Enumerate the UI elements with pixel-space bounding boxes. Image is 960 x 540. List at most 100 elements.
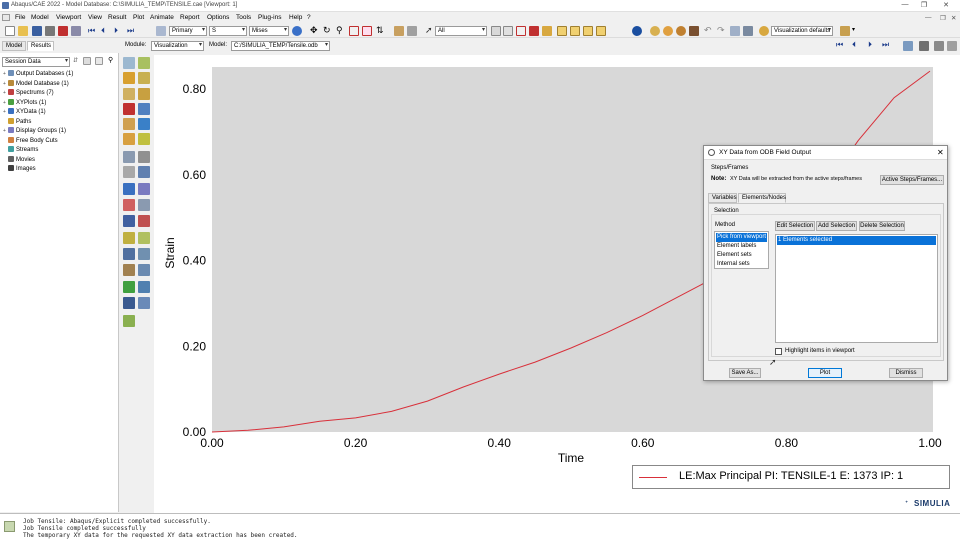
menu-view[interactable]: View (88, 14, 102, 21)
auto-fit-icon[interactable] (362, 26, 372, 36)
menu-report[interactable]: Report (180, 14, 200, 21)
color-mapping-icon[interactable] (663, 26, 673, 36)
invariant-select[interactable]: Mises ▾ (249, 26, 289, 36)
display-group-manager-icon[interactable] (138, 232, 150, 244)
tab-elements-nodes[interactable]: Elements/Nodes (738, 193, 786, 203)
maximize-button[interactable]: ❐ (917, 1, 931, 9)
settings-icon[interactable] (947, 41, 957, 51)
active-steps-frames-button[interactable]: Active Steps/Frames... (880, 175, 944, 185)
magnify-icon[interactable]: ⚲ (336, 25, 343, 36)
minimize-button[interactable]: — (898, 1, 912, 8)
filter-tree-icon[interactable]: ⚲ (108, 56, 113, 64)
collapse-icon[interactable] (95, 57, 103, 65)
tree-item[interactable]: + Display Groups (1) (3, 127, 66, 136)
table-icon[interactable] (743, 26, 753, 36)
side-view-icon[interactable] (596, 26, 606, 36)
selection-filter-select[interactable]: All ▾ (435, 26, 487, 36)
menu-plugins[interactable]: Plug-ins (258, 14, 281, 21)
dialog-close-button[interactable]: ✕ (937, 148, 944, 157)
save-icon[interactable] (32, 26, 42, 36)
model-select[interactable]: C:/SIMULIA_TEMP/Tensile.odb ▾ (231, 41, 330, 51)
stream-manager-icon[interactable] (138, 199, 150, 211)
plot-material-orientations-icon[interactable] (138, 88, 150, 100)
movie-icon[interactable] (919, 41, 929, 51)
module-select[interactable]: Visualization ▾ (151, 41, 204, 51)
free-body-manager-icon[interactable] (138, 281, 150, 293)
menu-tools[interactable]: Tools (236, 14, 251, 21)
last-frame-icon[interactable]: ⏭ (127, 26, 134, 36)
box-zoom-icon[interactable] (349, 26, 359, 36)
tools-icon[interactable] (407, 26, 417, 36)
edit-selection-button[interactable]: Edit Selection (775, 221, 815, 231)
top-view-icon[interactable] (583, 26, 593, 36)
visualization-defaults-icon[interactable] (759, 26, 769, 36)
add-selection-button[interactable]: Add Selection (816, 221, 857, 231)
stop-icon[interactable] (58, 26, 68, 36)
last-frame-icon[interactable]: ⏭ (882, 40, 889, 50)
method-internal-sets[interactable]: Internal sets (716, 260, 767, 269)
message-area-icon[interactable] (4, 521, 15, 532)
session-data-select[interactable]: Session Data ▾ (2, 57, 70, 67)
contour-options-icon[interactable] (138, 118, 150, 130)
plot-contours-both-icon[interactable] (138, 72, 150, 84)
tree-item[interactable]: + Output Databases (1) (3, 70, 73, 79)
selection-mode-icon[interactable] (503, 26, 513, 36)
render-shaded-icon[interactable] (542, 26, 552, 36)
render-style-icon[interactable] (676, 26, 686, 36)
first-frame-icon[interactable]: ⏮ (836, 40, 843, 50)
previous-frame-icon[interactable]: ⏴ (101, 26, 105, 36)
animate-time-history-icon[interactable] (138, 151, 150, 163)
chevron-down-icon[interactable]: ▾ (852, 26, 855, 33)
view-cut-icon[interactable] (123, 264, 135, 276)
options-icon[interactable] (840, 26, 850, 36)
tree-item[interactable]: + Model Database (1) (3, 79, 69, 89)
free-body-cut-icon[interactable] (123, 281, 135, 293)
selection-options-icon[interactable] (491, 26, 501, 36)
first-frame-icon[interactable]: ⏮ (88, 26, 95, 36)
tree-item[interactable]: Images (3, 165, 36, 174)
menu-plot[interactable]: Plot (133, 14, 144, 21)
remove-selected-icon[interactable] (138, 248, 150, 260)
pan-icon[interactable]: ✥ (310, 25, 318, 36)
create-display-group-icon[interactable] (123, 232, 135, 244)
view-cut-manager-icon[interactable] (138, 264, 150, 276)
plot-button[interactable]: Plot (808, 368, 842, 378)
menu-result[interactable]: Result (108, 14, 126, 21)
viewport-icon[interactable] (71, 26, 81, 36)
animate-scale-factor-icon[interactable] (123, 151, 135, 163)
filter-icon[interactable] (83, 57, 91, 65)
path-manager-icon[interactable] (138, 215, 150, 227)
sub-restore-button[interactable]: ❐ (940, 14, 946, 22)
xy-data-manager-icon[interactable] (138, 183, 150, 195)
delete-selection-button[interactable]: Delete Selection (859, 221, 905, 231)
menu-animate[interactable]: Animate (150, 14, 174, 21)
method-element-sets[interactable]: Element sets (716, 251, 767, 260)
new-file-icon[interactable] (5, 26, 15, 36)
animate-harmonic-icon[interactable] (123, 166, 135, 178)
cycle-views-icon[interactable]: ⇅ (376, 25, 384, 36)
rotate-icon[interactable]: ↻ (323, 25, 331, 36)
plot-contours-icon[interactable] (123, 72, 135, 84)
symbol-options-icon[interactable] (123, 133, 135, 145)
menu-help[interactable]: Help (289, 14, 302, 21)
sub-close-button[interactable]: ✕ (951, 14, 956, 22)
sub-minimize-button[interactable]: — (925, 14, 932, 21)
tab-results[interactable]: Results (27, 41, 54, 51)
plot-symbols-icon[interactable] (123, 88, 135, 100)
visualization-defaults-select[interactable]: Visualization defaults ▾ (771, 26, 833, 36)
create-annotation-icon[interactable] (123, 315, 135, 327)
animation-options-icon[interactable] (903, 41, 913, 51)
context-help-button[interactable]: ? (307, 14, 311, 21)
tree-item[interactable]: Streams (3, 146, 38, 155)
tree-item[interactable]: + Spectrums (7) (3, 89, 54, 98)
superimpose-options-icon[interactable] (123, 118, 135, 130)
selected-items-list[interactable]: 1 Elements selected (775, 234, 938, 343)
color-code-icon[interactable] (650, 26, 660, 36)
method-list[interactable]: Pick from viewport Element labels Elemen… (714, 231, 769, 269)
method-pick-from-viewport[interactable]: Pick from viewport (716, 233, 767, 242)
select-cursor-icon[interactable]: ➚ (425, 25, 433, 36)
allow-multiple-plot-states-icon[interactable] (123, 103, 135, 115)
close-window-button[interactable]: ✕ (939, 1, 953, 9)
query-icon[interactable] (394, 26, 404, 36)
highlight-checkbox[interactable] (775, 348, 782, 355)
